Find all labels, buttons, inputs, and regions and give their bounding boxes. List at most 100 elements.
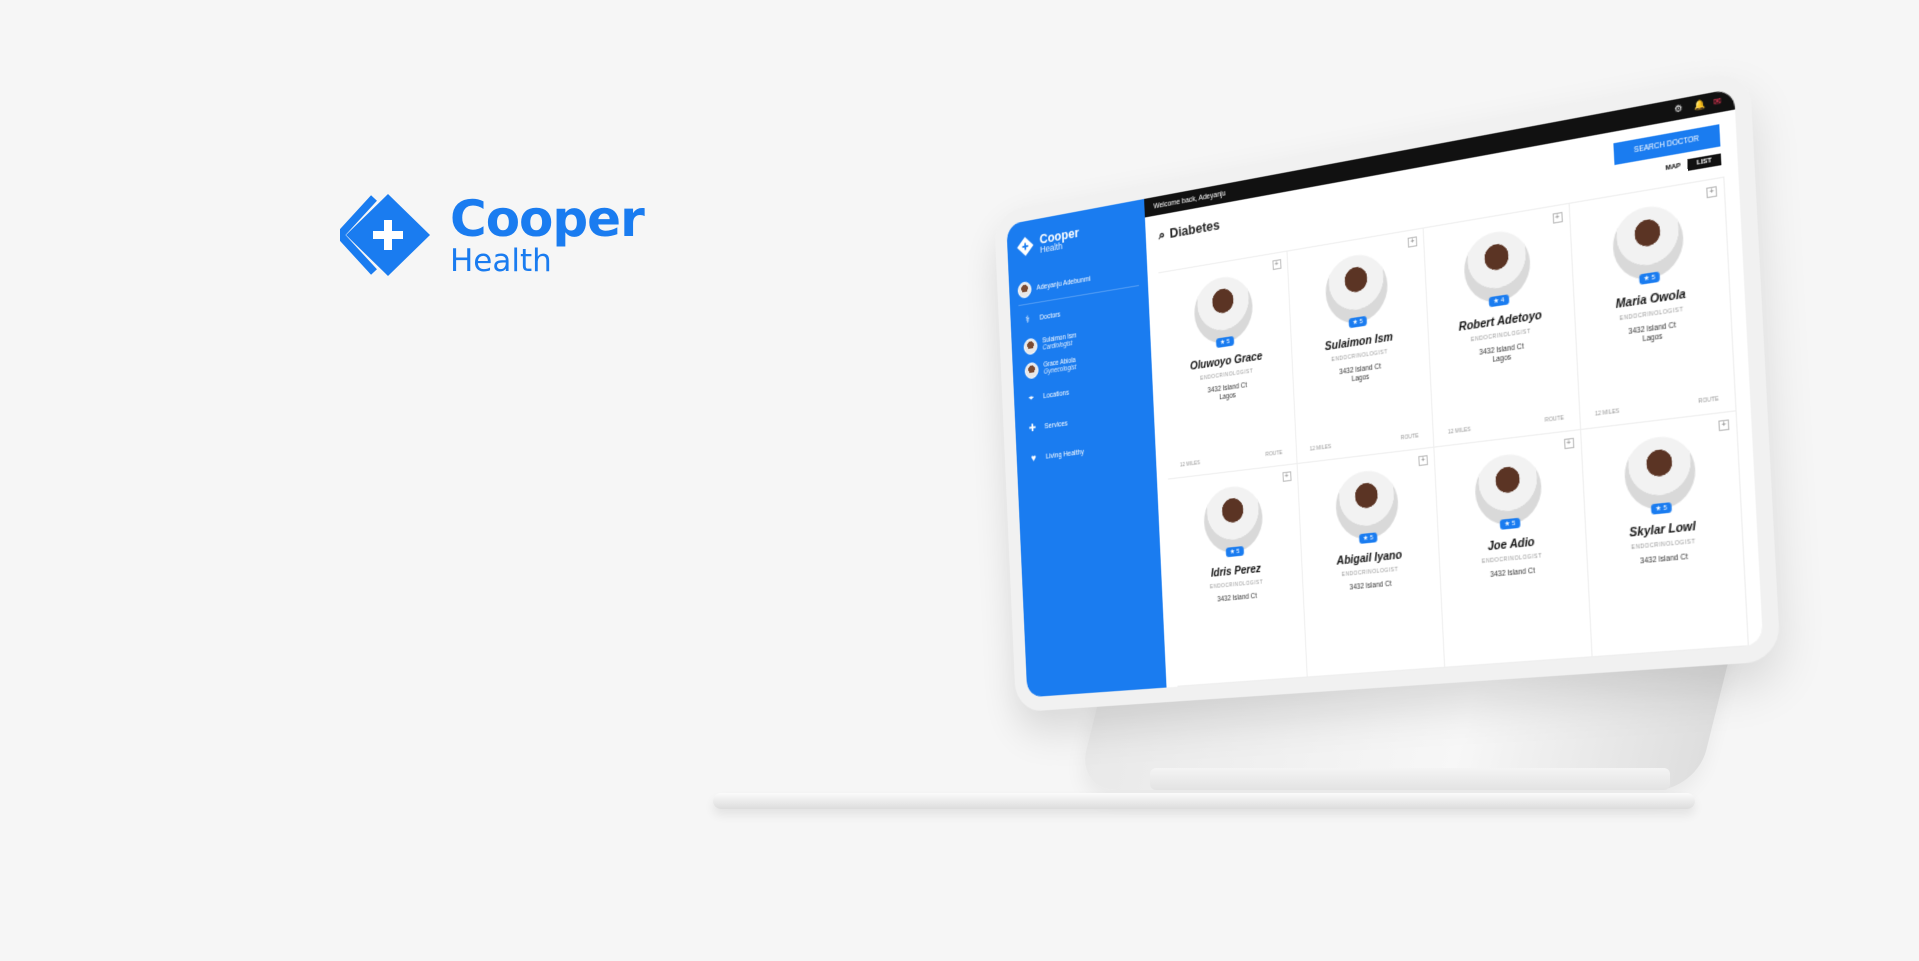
rating-badge: ★ 5 — [1499, 517, 1521, 530]
search-input[interactable]: ⌕ Diabetes — [1158, 216, 1220, 244]
doctor-card[interactable]: + ★ 5 Idris Perez ENDOCRINOLOGIST 3432 I… — [1167, 464, 1308, 687]
tablet-device: Cooper Health Adeyanju Adebunmi ⚕ Doctor… — [993, 68, 1785, 752]
doctor-photo: ★ 5 — [1622, 433, 1697, 515]
location-pin-icon: ⌖ — [1028, 392, 1034, 404]
route-link[interactable]: ROUTE — [1265, 450, 1282, 458]
doctor-address: 3432 Island Ct — [1490, 567, 1535, 581]
keyboard-base — [713, 793, 1695, 809]
add-icon[interactable]: + — [1706, 186, 1718, 199]
doctor-photo: ★ 5 — [1202, 483, 1265, 558]
address-line-1: 3432 Island Ct — [1639, 553, 1689, 566]
distance: 12 MILES — [1179, 459, 1201, 469]
add-icon[interactable]: + — [1563, 437, 1574, 450]
rating-value: 4 — [1500, 297, 1505, 305]
route-link[interactable]: ROUTE — [1401, 433, 1419, 442]
settings-icon[interactable]: ⚙ — [1674, 103, 1684, 115]
rating-value: 5 — [1236, 548, 1240, 556]
doctor-card[interactable]: + ★ 5 Maria Owola ENDOCRINOLOGIST 3432 I… — [1569, 177, 1737, 431]
rating-badge: ★ 5 — [1358, 532, 1378, 544]
doctor-card[interactable]: + ★ 4 Robert Adetoyo ENDOCRINOLOGIST 343… — [1423, 203, 1581, 448]
rating-value: 5 — [1663, 504, 1668, 513]
showcase-canvas: Cooper Health Cooper Health Adeyanju Ade… — [0, 0, 1919, 961]
stand-hinge — [1150, 768, 1670, 790]
rating-value: 5 — [1651, 274, 1656, 282]
route-link[interactable]: ROUTE — [1698, 396, 1719, 406]
rating-badge: ★ 5 — [1650, 502, 1673, 515]
doctor-photo: ★ 5 — [1193, 272, 1255, 349]
search-icon: ⌕ — [1158, 225, 1166, 243]
doctor-photo: ★ 5 — [1611, 201, 1685, 285]
add-icon[interactable]: + — [1271, 259, 1282, 271]
distance: 12 MILES — [1309, 443, 1332, 453]
avatar — [1024, 361, 1039, 380]
doctor-specialty: ENDOCRINOLOGIST — [1209, 579, 1264, 591]
brand-name: Cooper — [450, 189, 645, 248]
add-icon[interactable]: + — [1552, 211, 1563, 224]
plus-icon: ✚ — [1028, 422, 1037, 435]
rating-badge: ★ 5 — [1638, 271, 1661, 285]
rating-value: 5 — [1511, 520, 1516, 528]
rating-badge: ★ 5 — [1225, 546, 1244, 558]
doctor-specialty: ENDOCRINOLOGIST — [1481, 552, 1543, 566]
stethoscope-icon: ⚕ — [1025, 313, 1031, 326]
doctor-address: 3432 Island Ct Lagos — [1479, 343, 1524, 368]
rating-badge: ★ 5 — [1348, 315, 1368, 329]
distance: 12 MILES — [1594, 408, 1620, 418]
map-toggle[interactable]: MAP — [1665, 163, 1681, 173]
doctor-card[interactable]: + ★ 5 Oluwoyo Grace ENDOCRINOLOGIST 3432… — [1158, 251, 1298, 480]
address-line-1: 3432 Island Ct — [1349, 580, 1392, 592]
message-icon[interactable]: ✉ — [1713, 96, 1723, 108]
doctor-specialty: ENDOCRINOLOGIST — [1631, 538, 1696, 552]
sidebar-user-name: Adeyanju Adebunmi — [1036, 275, 1091, 292]
doctor-address: 3432 Island Ct Lagos — [1628, 322, 1676, 348]
doctor-card[interactable]: + ★ 5 Skylar Lowl ENDOCRINOLOGIST 3432 I… — [1580, 411, 1749, 658]
rating-value: 5 — [1226, 338, 1231, 346]
doctor-specialty: ENDOCRINOLOGIST — [1341, 566, 1399, 579]
rating-badge: ★ 5 — [1216, 335, 1234, 349]
add-icon[interactable]: + — [1407, 236, 1418, 248]
doctor-address: 3432 Island Ct — [1217, 593, 1257, 605]
heart-icon: ♥ — [1031, 452, 1037, 465]
rating-value: 5 — [1369, 534, 1374, 542]
sidebar-item-label: Services — [1044, 419, 1068, 431]
search-query: Diabetes — [1169, 216, 1221, 242]
doctor-name: Skylar Lowl — [1629, 519, 1697, 541]
add-icon[interactable]: + — [1718, 419, 1730, 432]
cooper-logo-icon — [1016, 235, 1034, 258]
sidebar-item-label: Living Healthy — [1045, 448, 1085, 461]
rating-value: 5 — [1359, 318, 1364, 326]
cooper-logo-icon — [334, 190, 436, 280]
sidebar-item-label: Locations — [1042, 388, 1070, 400]
doctor-photo: ★ 5 — [1473, 450, 1544, 530]
doctor-card[interactable]: + ★ 5 Joe Adio ENDOCRINOLOGIST 3432 Isla… — [1434, 430, 1593, 668]
main-content: Welcome back, Adeyanju ⚙ 🔔 ✉ ⌕ Diabetes … — [1144, 88, 1763, 687]
doctor-address: 3432 Island Ct — [1349, 580, 1391, 593]
doctor-photo: ★ 5 — [1323, 250, 1389, 329]
address-line-1: 3432 Island Ct — [1490, 567, 1536, 580]
add-icon[interactable]: + — [1418, 455, 1428, 467]
doctor-name: Abigail Iyano — [1336, 548, 1403, 568]
address-line-1: 3432 Island Ct — [1217, 592, 1257, 604]
notification-bell-icon[interactable]: 🔔 — [1693, 99, 1705, 112]
doctor-address: 3432 Island Ct — [1640, 553, 1688, 567]
doctor-photo: ★ 5 — [1334, 467, 1400, 544]
brand-logo: Cooper Health — [334, 189, 645, 280]
sidebar-logo[interactable]: Cooper Health — [1015, 215, 1136, 259]
add-icon[interactable]: + — [1281, 471, 1292, 482]
avatar — [1023, 337, 1038, 356]
doctor-address: 3432 Island Ct Lagos — [1339, 363, 1382, 387]
rating-badge: ★ 4 — [1488, 294, 1509, 308]
doctor-name: Joe Adio — [1487, 535, 1535, 554]
sidebar-item-label: Doctors — [1039, 310, 1061, 322]
doctor-name: Idris Perez — [1210, 562, 1262, 580]
doctor-card[interactable]: + ★ 5 Abigail Iyano ENDOCRINOLOGIST 3432… — [1297, 447, 1446, 678]
route-link[interactable]: ROUTE — [1545, 415, 1564, 424]
doctor-grid: + ★ 5 Oluwoyo Grace ENDOCRINOLOGIST 3432… — [1158, 176, 1749, 687]
doctor-card[interactable]: + ★ 5 Sulaimon Ism ENDOCRINOLOGIST 3432 … — [1286, 228, 1435, 465]
app-screen: Cooper Health Adeyanju Adebunmi ⚕ Doctor… — [1006, 88, 1764, 698]
doctor-photo: ★ 4 — [1462, 226, 1533, 308]
sidebar: Cooper Health Adeyanju Adebunmi ⚕ Doctor… — [1006, 198, 1167, 698]
distance: 12 MILES — [1447, 426, 1471, 436]
avatar — [1017, 280, 1032, 300]
brand-sub: Health — [450, 242, 552, 279]
